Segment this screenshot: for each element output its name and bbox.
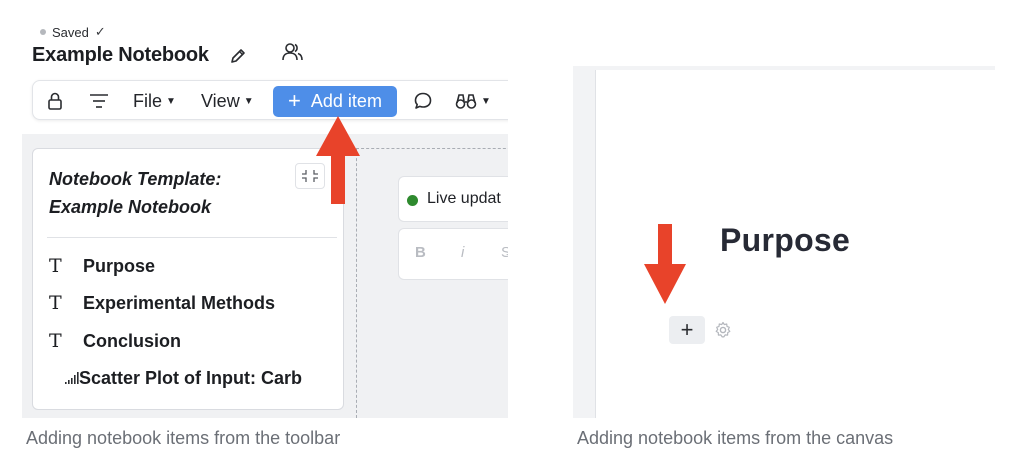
file-menu-label: File [133,90,163,111]
canvas-add-button[interactable]: + [669,316,705,344]
notebook-title[interactable]: Example Notebook [32,44,209,67]
lock-icon[interactable] [47,81,69,121]
template-title: Notebook Template: Example Notebook [49,165,289,221]
divider [47,237,337,238]
pencil-icon[interactable] [228,46,248,66]
caret-down-icon: ▼ [166,95,176,107]
live-status-dot [407,195,418,206]
red-arrow-down-icon [644,224,686,304]
plus-icon: + [288,87,301,113]
check-icon: ✓ [94,24,106,39]
italic-button[interactable]: i [461,244,464,261]
binoculars-icon[interactable]: ▼ [455,81,495,121]
caption-toolbar: Adding notebook items from the toolbar [26,428,341,448]
text-icon: T [49,292,62,314]
section-heading: Purpose [720,222,851,258]
caret-down-icon: ▼ [243,95,254,107]
gear-icon[interactable] [714,321,732,339]
bold-button[interactable]: B [415,244,426,261]
strikethrough-icon[interactable]: S̶ [501,244,508,261]
caption-canvas: Adding notebook items from the canvas [577,428,894,448]
live-update-card: Live updat [398,176,508,222]
live-update-label: Live updat [427,190,501,207]
toolbar-screenshot: Saved ✓ Example Notebook File ▼ View ▼ +… [22,0,508,418]
list-item[interactable]: Scatter Plot of Input: Carb [49,365,329,391]
add-item-label: Add item [310,91,382,111]
drop-zone-border [356,148,508,149]
notebook-toolbar: File ▼ View ▼ + Add item ▼ [32,80,508,120]
status-dot [40,29,46,35]
text-icon: T [49,330,62,352]
save-status: Saved ✓ [40,24,106,40]
list-item-label: Conclusion [83,330,181,351]
template-title-line2: Example Notebook [49,197,212,217]
comment-icon[interactable] [413,81,437,121]
list-item[interactable]: T Experimental Methods [49,290,275,316]
notebook-template-panel: Notebook Template: Example Notebook T Pu… [32,148,344,410]
list-item-label: Purpose [83,255,156,276]
chart-bars-icon [49,368,79,389]
filter-icon[interactable] [89,81,113,121]
text-icon: T [49,255,62,277]
save-status-label: Saved [52,24,89,40]
formatting-toolbar: B i S̶ [398,228,508,280]
view-menu[interactable]: View ▼ [201,81,254,121]
caret-down-icon: ▼ [481,95,491,107]
red-arrow-up-icon [316,116,360,204]
list-item-label: Experimental Methods [83,292,276,313]
view-menu-label: View [201,90,240,111]
list-item[interactable]: T Purpose [49,253,155,279]
list-item-label: Scatter Plot of Input: Carb [79,367,303,388]
people-icon[interactable] [280,40,306,64]
canvas-screenshot: Purpose + [573,66,995,418]
list-item[interactable]: T Conclusion [49,328,181,354]
file-menu[interactable]: File ▼ [133,81,176,121]
template-title-line1: Notebook Template: [49,169,222,189]
